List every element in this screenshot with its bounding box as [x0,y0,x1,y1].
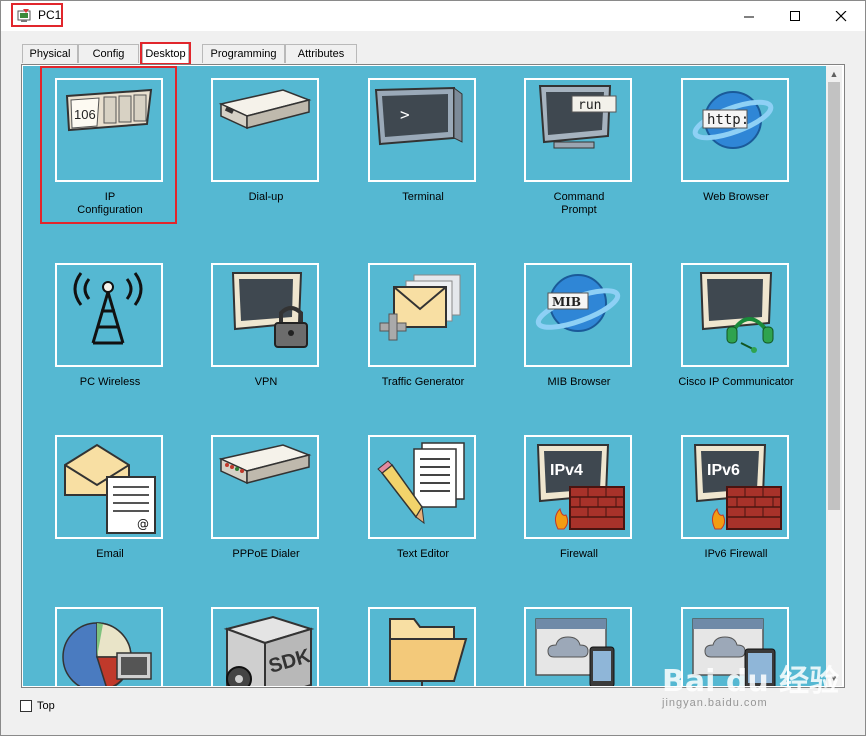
app-label: Terminal [402,191,444,203]
firewall-tile[interactable]: IPv4 [524,435,632,539]
pie-chart-pc-icon [62,622,152,686]
app-label: Web Browser [703,191,769,203]
sdk-box-icon: SDK [223,615,315,686]
pc-wireless-tile[interactable] [55,263,163,367]
app-label: Cisco IP Communicator [678,376,794,388]
svg-text:>: > [400,105,410,124]
maximize-button[interactable] [772,1,818,31]
folder-tile[interactable] [368,607,476,686]
terminal-tile[interactable]: > [368,78,476,182]
title-highlight-box [11,3,63,27]
app-label: Traffic Generator [381,376,465,388]
browser-icon-text: http: [707,112,749,128]
pc-wireless-icon [73,272,143,345]
svg-text:@: @ [137,517,149,531]
vpn-tile[interactable] [211,263,319,367]
traffic-generator-tile[interactable] [368,263,476,367]
tab-programming[interactable]: Programming [202,44,285,63]
pie-chart-tile[interactable] [55,607,163,686]
vpn-icon [231,272,308,348]
watermark-brand: Bai du 经验 [662,664,840,699]
app-label: PPPoE Dialer [232,548,300,560]
terminal-icon: > [374,86,463,146]
dial-up-modem-icon [218,89,312,130]
desktop-tab-highlight-box [140,42,191,65]
ip-communicator-icon [699,272,774,353]
maximize-icon [790,11,800,21]
mib-browser-icon: MIB [535,274,621,332]
app-label: Firewall [560,548,598,560]
app-label: Command Prompt [553,191,605,216]
firewall-icon-text: IPv4 [550,462,583,479]
tab-config[interactable]: Config [78,44,139,63]
text-editor-tile[interactable] [368,435,476,539]
pppoe-dialer-icon [218,444,312,485]
scrollbar-thumb[interactable] [828,82,840,510]
mib-icon-text: MIB [552,295,581,309]
ip-configuration-highlight-box [40,66,177,224]
pppoe-dialer-tile[interactable] [211,435,319,539]
email-tile[interactable]: @ [55,435,163,539]
title-bar: PC1 [1,1,865,31]
close-icon [835,11,847,22]
app-label: MIB Browser [547,376,611,388]
sdk-tile[interactable]: SDK [211,607,319,686]
minimize-button[interactable] [726,1,772,31]
scroll-up-arrow-icon[interactable]: ▲ [828,67,840,81]
command-prompt-icon-text: run [578,98,601,113]
text-editor-icon [377,442,465,525]
app-label: Email [96,548,124,560]
close-button[interactable] [818,1,864,31]
web-browser-tile[interactable]: http: [681,78,789,182]
traffic-generator-icon [379,274,461,341]
top-checkbox[interactable] [20,700,32,712]
tab-physical[interactable]: Physical [22,44,78,63]
ipv6-firewall-icon-text: IPv6 [707,462,740,479]
app-label: VPN [254,376,278,388]
command-prompt-icon: run [538,85,617,149]
watermark-url: jingyan.baidu.com [662,697,768,709]
email-icon: @ [64,443,156,534]
ip-communicator-tile[interactable] [681,263,789,367]
top-checkbox-label: Top [37,700,55,712]
app-label: Dial-up [248,191,284,203]
folder-network-icon [389,618,468,686]
firewall-icon: IPv4 [536,444,625,530]
mib-browser-tile[interactable]: MIB [524,263,632,367]
ipv6-firewall-icon: IPv6 [693,444,782,530]
cloud-window-phone-icon [535,618,615,686]
dial-up-tile[interactable] [211,78,319,182]
minimize-icon [744,16,754,18]
web-browser-icon: http: [692,91,774,149]
app-label: PC Wireless [79,376,141,388]
ipv6-firewall-tile[interactable]: IPv6 [681,435,789,539]
cloud-phone-tile[interactable] [524,607,632,686]
tab-attributes[interactable]: Attributes [285,44,357,63]
app-label: IPv6 Firewall [704,548,768,560]
command-prompt-tile[interactable]: run [524,78,632,182]
app-label: Text Editor [397,548,449,560]
